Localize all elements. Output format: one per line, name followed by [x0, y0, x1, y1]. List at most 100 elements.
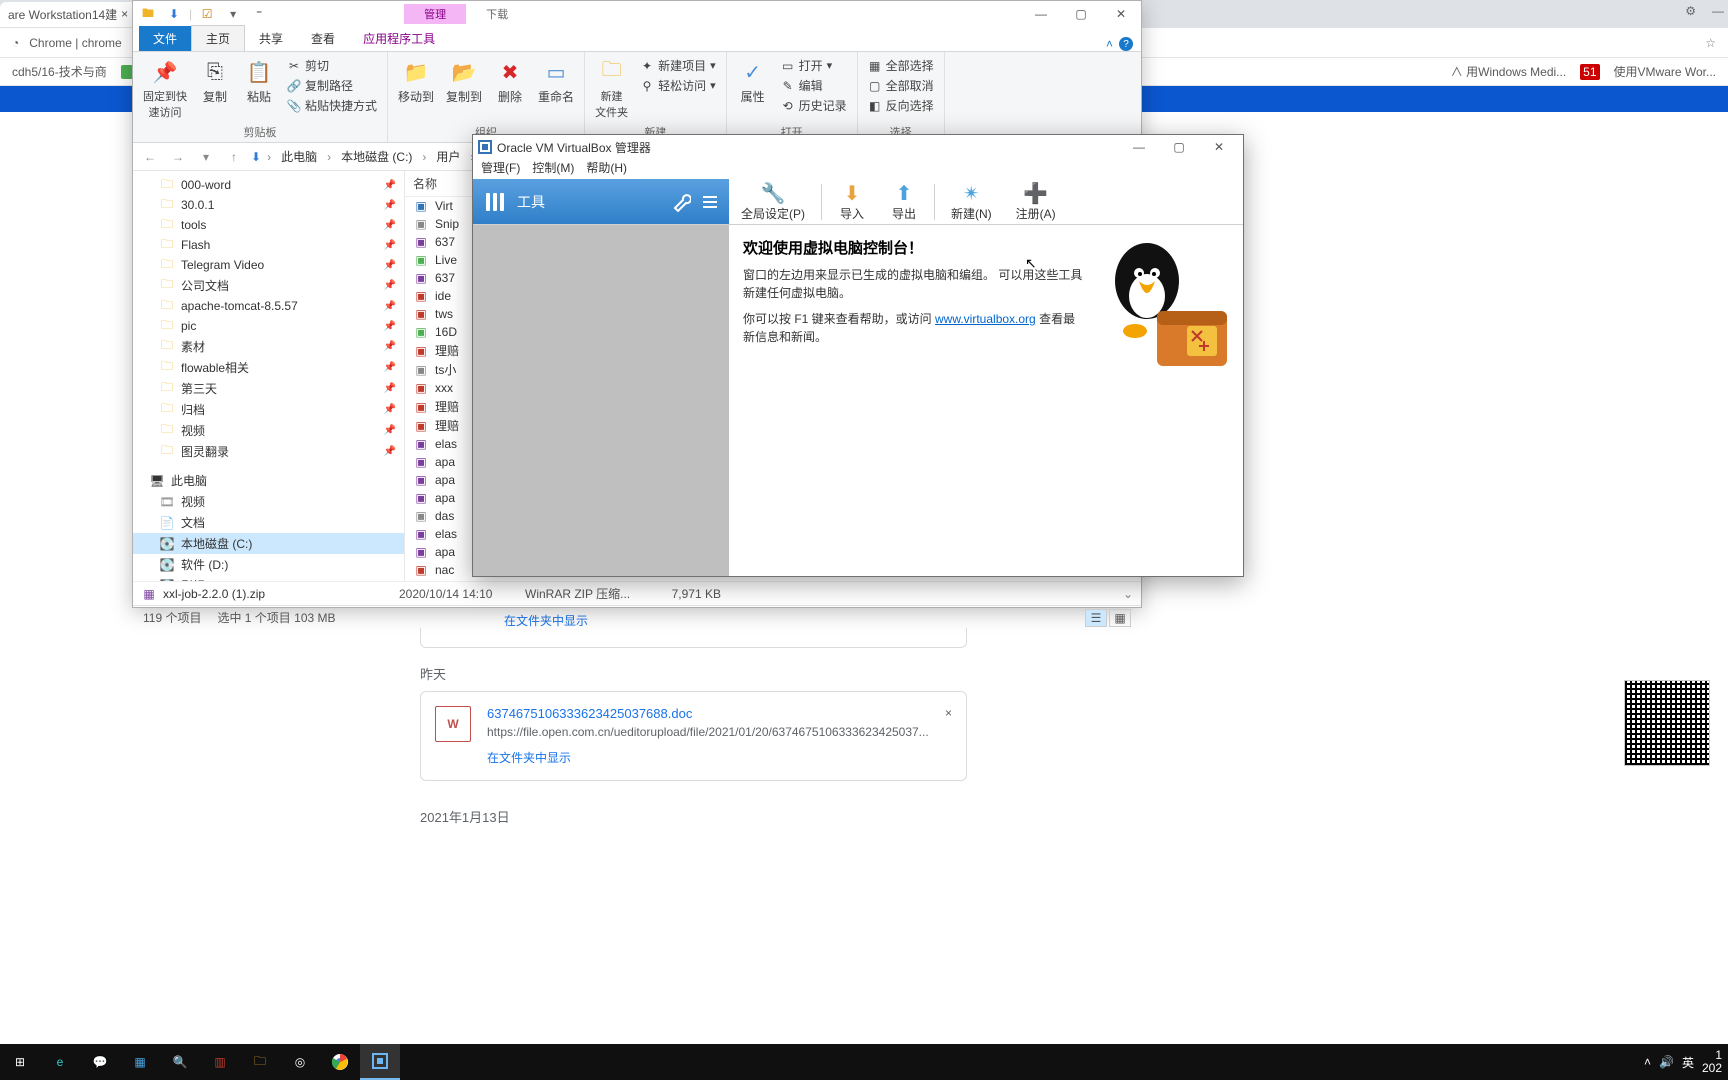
tab-app-tools[interactable]: 应用程序工具 [349, 26, 449, 51]
tab-share[interactable]: 共享 [245, 26, 297, 51]
newfolder-button[interactable]: 🗀新建 文件夹 [591, 56, 632, 122]
history-button[interactable]: ⟲历史记录 [777, 96, 851, 115]
tree-item[interactable]: 🗀图灵翻录📌 [133, 441, 404, 462]
scrollbar-down-icon[interactable]: ⌄ [1123, 587, 1133, 601]
taskbar-app[interactable]: ▦ [120, 1044, 160, 1080]
tree-item[interactable]: 💽影视 (F:) [133, 575, 404, 581]
vm-list[interactable] [473, 225, 729, 576]
tree-item[interactable]: 🗀Telegram Video📌 [133, 255, 404, 275]
moveto-button[interactable]: 📁移动到 [394, 56, 438, 107]
tree-item[interactable]: 🗀apache-tomcat-8.5.57📌 [133, 296, 404, 316]
tree-item[interactable]: 🗀flowable相关📌 [133, 357, 404, 378]
overflow-icon[interactable]: ⁼ [248, 3, 270, 25]
tree-item[interactable]: 🗀30.0.1📌 [133, 195, 404, 215]
menu-manage[interactable]: 管理(F) [481, 159, 520, 179]
register-button[interactable]: ➕注册(A) [1004, 179, 1068, 224]
star-icon[interactable]: ☆ [1705, 36, 1716, 50]
vbox-link[interactable]: www.virtualbox.org [935, 312, 1036, 326]
taskbar-obs[interactable]: ◎ [280, 1044, 320, 1080]
global-settings-button[interactable]: 🔧全局设定(P) [729, 179, 817, 224]
view-icons-button[interactable]: ▦ [1109, 609, 1131, 627]
taskbar-explorer[interactable]: 🗀 [240, 1044, 280, 1080]
system-tray[interactable]: ˄ 🔊 英 1 202 [1644, 1049, 1728, 1075]
tree-item[interactable]: 🗀Flash📌 [133, 235, 404, 255]
tree-item[interactable]: 🗀归档📌 [133, 399, 404, 420]
maximize-button[interactable]: ▢ [1159, 135, 1199, 159]
minimize-icon[interactable]: — [1712, 4, 1724, 18]
tree-item[interactable]: 🗀素材📌 [133, 336, 404, 357]
close-icon[interactable]: × [121, 7, 128, 21]
bookmark[interactable]: cdh5/16-技术与商 [12, 63, 107, 80]
newitem-button[interactable]: ✦新建项目 ▾ [636, 56, 720, 75]
taskbar-virtualbox[interactable] [360, 1044, 400, 1080]
chrome-tab[interactable]: are Workstation14建× [0, 2, 144, 27]
pin-button[interactable]: 📌固定到快 速访问 [139, 56, 191, 122]
close-button[interactable]: ✕ [1199, 135, 1239, 159]
tree-item[interactable]: 🗀第三天📌 [133, 378, 404, 399]
invert-selection-button[interactable]: ◧反向选择 [864, 96, 938, 115]
close-icon[interactable]: × [945, 706, 952, 766]
tab-home[interactable]: 主页 [191, 25, 245, 51]
taskbar-wechat[interactable]: 💬 [80, 1044, 120, 1080]
export-button[interactable]: ⬆导出 [878, 179, 930, 224]
vbox-titlebar[interactable]: Oracle VM VirtualBox 管理器 — ▢ ✕ [473, 135, 1243, 159]
minimize-button[interactable]: — [1119, 135, 1159, 159]
download-filename[interactable]: 637467510633362342503768​8.doc [487, 706, 929, 721]
bookmark[interactable]: 使用VMware Wor... [1614, 63, 1716, 80]
file-row[interactable]: ▦ xxl-job-2.2.0 (1).zip 2020/10/14 14:10… [133, 581, 1141, 605]
copypath-button[interactable]: 🔗复制路径 [283, 76, 381, 95]
open-button[interactable]: ▭打开 ▾ [777, 56, 851, 75]
nav-tree[interactable]: 🗀000-word📌🗀30.0.1📌🗀tools📌🗀Flash📌🗀Telegra… [133, 171, 405, 581]
help-icon[interactable]: ? [1119, 37, 1133, 51]
file-row[interactable]: ▣剑指 [405, 579, 1141, 581]
taskbar-app[interactable]: ▥ [200, 1044, 240, 1080]
menu-control[interactable]: 控制(M) [532, 159, 574, 179]
taskbar-search[interactable]: 🔍 [160, 1044, 200, 1080]
delete-button[interactable]: ✖删除 [490, 56, 530, 107]
view-details-button[interactable]: ☰ [1085, 609, 1107, 627]
select-none-button[interactable]: ▢全部取消 [864, 76, 938, 95]
explorer-titlebar[interactable]: 🖿 ⬇ | ☑ ▾ ⁼ 管理 下载 — ▢ ✕ [133, 1, 1141, 27]
select-all-button[interactable]: ▦全部选择 [864, 56, 938, 75]
tree-item[interactable]: 💽本地磁盘 (C:) [133, 533, 404, 554]
menu-help[interactable]: 帮助(H) [586, 159, 627, 179]
cut-button[interactable]: ✂剪切 [283, 56, 381, 75]
tree-pc[interactable]: 🖥此电脑 [133, 470, 404, 491]
tree-item[interactable]: 📄文档 [133, 512, 404, 533]
paste-shortcut-button[interactable]: 📎粘贴快捷方式 [283, 96, 381, 115]
minimize-button[interactable]: — [1021, 2, 1061, 26]
show-in-folder-link[interactable]: 在文件夹中显示 [487, 749, 929, 766]
copyto-button[interactable]: 📂复制到 [442, 56, 486, 107]
crumb[interactable]: 用户 [432, 148, 464, 165]
taskbar-edge[interactable]: e [40, 1044, 80, 1080]
chevron-up-icon[interactable]: ˄ [1106, 37, 1113, 51]
taskbar-chrome[interactable] [320, 1044, 360, 1080]
edit-button[interactable]: ✎编辑 [777, 76, 851, 95]
tree-item[interactable]: 🗀pic📌 [133, 316, 404, 336]
wrench-icon[interactable] [671, 192, 691, 212]
copy-button[interactable]: ⎘复制 [195, 56, 235, 107]
list-icon[interactable] [699, 192, 719, 212]
address-text[interactable]: Chrome | chrome [29, 36, 121, 50]
tab-file[interactable]: 文件 [139, 26, 191, 51]
easyaccess-button[interactable]: ⚲轻松访问 ▾ [636, 76, 720, 95]
new-button[interactable]: ✴新建(N) [939, 179, 1004, 224]
settings-dot-icon[interactable]: ⚙ [1685, 4, 1696, 18]
tree-item[interactable]: 🗀视频📌 [133, 420, 404, 441]
tree-item[interactable]: 💽软件 (D:) [133, 554, 404, 575]
start-button[interactable]: ⊞ [0, 1044, 40, 1080]
tree-item[interactable]: 🗀tools📌 [133, 215, 404, 235]
tools-selector[interactable]: 工具 [473, 179, 729, 224]
tree-item[interactable]: 🗀000-word📌 [133, 175, 404, 195]
tree-item[interactable]: 🎞视频 [133, 491, 404, 512]
recent-button[interactable]: ▾ [195, 146, 217, 168]
crumb[interactable]: 此电脑 [277, 148, 321, 165]
paste-button[interactable]: 📋粘贴 [239, 56, 279, 107]
volume-icon[interactable]: 🔊 [1659, 1055, 1674, 1069]
down-arrow-icon[interactable]: ⬇ [163, 3, 185, 25]
back-button[interactable]: ← [139, 146, 161, 168]
import-button[interactable]: ⬇导入 [826, 179, 878, 224]
properties-button[interactable]: ✓属性 [733, 56, 773, 107]
check-icon[interactable]: ☑ [196, 3, 218, 25]
chevron-down-icon[interactable]: ▾ [222, 3, 244, 25]
